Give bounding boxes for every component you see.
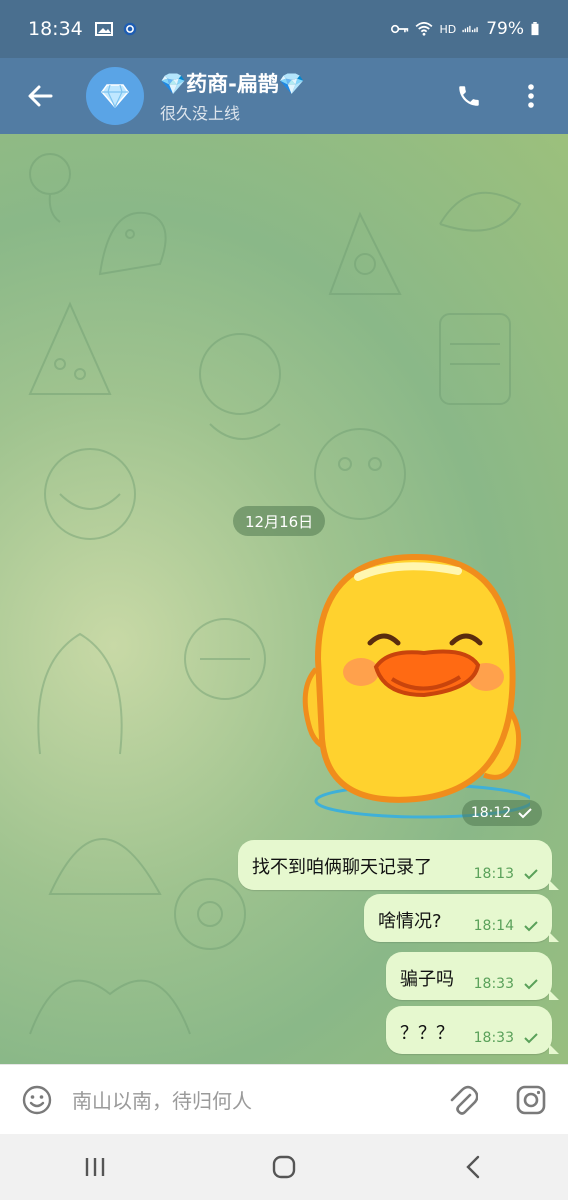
network-label: HD	[439, 22, 457, 36]
paperclip-icon	[450, 1085, 478, 1115]
home-icon	[272, 1155, 296, 1179]
message-time: 18:33	[473, 976, 514, 992]
check-icon	[524, 921, 538, 932]
chevron-left-icon	[466, 1155, 480, 1179]
check-icon	[518, 808, 532, 819]
chat-background: 12月16日 18:12 找不到咱俩聊天记录了 18:13 啥情况? 18:14	[0, 134, 568, 1064]
background-doodle	[98, 211, 167, 276]
check-icon	[524, 1033, 538, 1044]
emoji-button[interactable]	[18, 1081, 56, 1119]
system-navigation-bar	[0, 1134, 568, 1200]
call-button[interactable]	[450, 77, 488, 115]
phone-icon	[459, 86, 479, 106]
sticker-timestamp: 18:12	[462, 800, 542, 826]
message-meta: 18:33	[474, 976, 540, 992]
message-composer: 南山以南，待归何人	[0, 1064, 568, 1134]
wifi-icon	[415, 22, 433, 36]
background-doodle	[184, 618, 266, 700]
chat-title: 💎药商-扁鹊💎	[160, 72, 306, 96]
composer-actions	[444, 1081, 550, 1119]
background-doodle	[439, 191, 522, 232]
message-bubble[interactable]: 啥情况? 18:14	[364, 894, 559, 942]
background-doodle	[44, 448, 136, 540]
battery-percent: 79%	[486, 19, 524, 39]
more-menu-button[interactable]	[512, 77, 550, 115]
instagram-camera-icon	[516, 1085, 546, 1114]
status-bar: 18:34 HD 79%	[0, 0, 568, 58]
signal-icon	[462, 25, 478, 33]
back-button[interactable]	[18, 74, 62, 118]
date-separator: 12月16日	[233, 506, 326, 536]
message-meta: 18:13	[474, 866, 540, 882]
header-actions	[450, 77, 550, 115]
message-bubble[interactable]: 找不到咱俩聊天记录了 18:13	[238, 840, 559, 890]
message-text: 找不到咱俩聊天记录了	[252, 857, 432, 878]
avatar[interactable]	[86, 67, 144, 125]
gallery-icon	[94, 22, 113, 36]
arrow-left-icon	[28, 85, 53, 107]
duck-sticker[interactable]	[288, 549, 530, 831]
message-text: 啥情况?	[378, 911, 442, 932]
status-time: 18:34	[28, 18, 83, 40]
message-time: 18:33	[473, 1030, 514, 1046]
recents-icon	[85, 1158, 104, 1176]
message-bubble[interactable]: 骗子吗 18:33	[386, 952, 559, 1000]
background-doodle	[439, 313, 511, 405]
background-doodle	[28, 301, 112, 395]
check-icon	[524, 869, 538, 880]
status-right: HD 79%	[391, 19, 540, 39]
background-doodle	[37, 632, 123, 755]
diamond-icon	[101, 84, 129, 108]
chat-header: 💎药商-扁鹊💎 很久没上线	[0, 58, 568, 134]
message-meta: 18:33	[474, 1030, 540, 1046]
background-doodle	[29, 979, 191, 1035]
chat-title-block[interactable]: 💎药商-扁鹊💎 很久没上线	[160, 68, 305, 124]
message-time: 18:14	[473, 918, 514, 934]
background-doodle	[328, 211, 402, 295]
check-icon	[524, 979, 538, 990]
date-label: 12月16日	[245, 512, 314, 531]
key-icon	[391, 24, 409, 34]
status-notification-icons	[94, 22, 139, 36]
recent-apps-button[interactable]	[65, 1137, 125, 1197]
more-vertical-icon	[528, 84, 534, 108]
message-meta: 18:14	[474, 918, 540, 934]
message-time: 18:13	[473, 866, 514, 882]
app-notification-icon	[123, 22, 136, 36]
emoji-icon	[22, 1085, 52, 1114]
camera-button[interactable]	[512, 1081, 550, 1119]
system-back-button[interactable]	[443, 1137, 503, 1197]
message-input[interactable]: 南山以南，待归何人	[72, 1085, 252, 1114]
battery-icon	[531, 22, 539, 36]
message-text: 骗子吗	[400, 969, 454, 990]
sticker-time: 18:12	[470, 805, 512, 821]
chat-last-seen: 很久没上线	[160, 104, 241, 123]
message-text: ？？？	[400, 1023, 454, 1044]
home-button[interactable]	[254, 1137, 314, 1197]
attach-button[interactable]	[444, 1081, 482, 1119]
message-bubble[interactable]: ？？？ 18:33	[386, 1006, 559, 1054]
background-doodle	[29, 153, 71, 223]
